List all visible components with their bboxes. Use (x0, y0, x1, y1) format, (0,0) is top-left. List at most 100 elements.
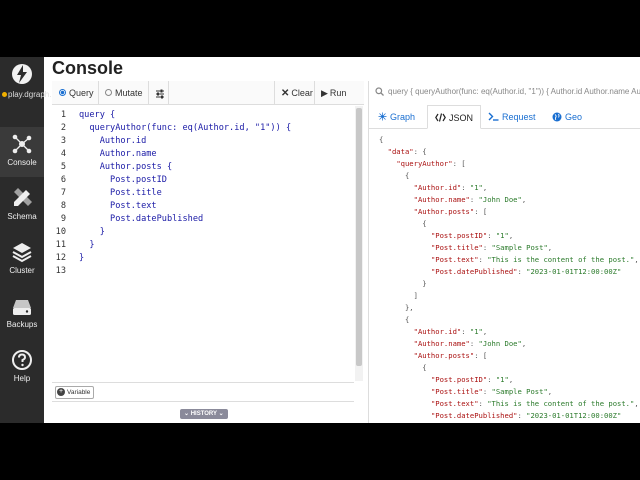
drive-icon (13, 300, 31, 315)
json-line: "Author.id": "1", (413, 183, 488, 192)
line-number: 6 (60, 175, 66, 185)
json-line: "Author.posts": [ (413, 207, 488, 216)
json-line: ] (379, 291, 418, 300)
code-line: Author.posts { (79, 162, 173, 172)
json-line: "queryAuthor": [ (396, 159, 466, 168)
sidebar-item-console[interactable]: Console (0, 127, 44, 177)
line-number: 1 (60, 110, 66, 120)
json-line: "Post.title": "Sample Post", (430, 243, 553, 252)
question-icon (12, 350, 32, 370)
divider (274, 81, 275, 105)
json-line: "Post.text": "This is the content of the… (430, 399, 639, 408)
code-line: Post.datePublished (79, 214, 204, 224)
json-line: "data": { (387, 147, 427, 156)
plus-icon: + (57, 388, 65, 397)
line-number: 3 (60, 136, 66, 146)
tab-json[interactable]: JSON (427, 105, 482, 129)
run-button[interactable]: ▶ Run (316, 81, 351, 105)
history-button[interactable]: ⌄ HISTORY ⌄ (180, 409, 228, 419)
line-number: 10 (55, 227, 66, 237)
code-icon (435, 113, 446, 122)
code-line: } (79, 253, 85, 263)
pencil-ruler-icon (14, 188, 32, 206)
settings-button[interactable] (150, 81, 168, 105)
radio-unchecked-icon (105, 89, 112, 97)
query-mode-radio[interactable]: Query (54, 81, 99, 105)
sidebar-item-backups[interactable]: Backups (0, 289, 44, 339)
query-echo-bar: query { queryAuthor(func: eq(Author.id, … (369, 81, 640, 103)
sidebar: play.dgraph.io Console Schema Cluster Ba… (0, 57, 58, 423)
sidebar-item-label: Help (13, 374, 31, 383)
chevron-down-icon: ⌄ (184, 411, 190, 417)
site-name: play.dgraph.io (0, 90, 58, 100)
close-icon: ✕ (281, 88, 290, 99)
json-line: { (379, 171, 410, 180)
play-icon: ▶ (321, 88, 328, 98)
query-echo-text: query { queryAuthor(func: eq(Author.id, … (388, 87, 640, 96)
variables-bar: + Variable (52, 382, 354, 402)
letterbox-top (0, 0, 640, 57)
json-line: "Author.name": "John Doe", (413, 195, 527, 204)
dgraph-logo[interactable]: play.dgraph.io (0, 61, 58, 125)
json-line: "Post.postID": "1", (430, 375, 514, 384)
status-dot (2, 92, 7, 97)
app-window: play.dgraph.io Console Schema Cluster Ba… (0, 57, 640, 423)
json-line: { (379, 219, 427, 228)
divider (168, 81, 169, 105)
json-line: "Post.title": "Sample Post", (430, 387, 553, 396)
json-line: { (379, 135, 384, 144)
tab-graph[interactable]: Graph (373, 105, 420, 129)
code-editor[interactable]: 1 2 3 4 5 6 7 8 9 10 11 12 13 query { qu… (52, 106, 354, 381)
sliders-icon (156, 89, 164, 99)
globe-icon (552, 112, 562, 122)
code-line: query { (79, 110, 116, 120)
code-line: queryAuthor(func: eq(Author.id, "1")) { (79, 123, 292, 133)
divider (314, 81, 315, 105)
result-tabs: Graph JSON Request Geo (369, 105, 640, 129)
line-number: 8 (60, 201, 66, 211)
result-panel: query { queryAuthor(func: eq(Author.id, … (368, 81, 640, 423)
json-line: }, (379, 303, 414, 312)
clear-button[interactable]: ✕ Clear (276, 81, 318, 105)
tab-request[interactable]: Request (483, 105, 541, 129)
tab-geo[interactable]: Geo (547, 105, 587, 129)
line-gutter: 1 2 3 4 5 6 7 8 9 10 11 12 13 (52, 106, 74, 381)
sidebar-item-help[interactable]: Help (0, 343, 44, 393)
line-number: 13 (55, 266, 66, 276)
divider (148, 81, 149, 105)
divider (98, 81, 99, 105)
line-number: 12 (55, 253, 66, 263)
search-icon (375, 87, 384, 97)
graph-icon (378, 112, 387, 121)
editor-toolbar: Query Mutate ✕ Clear ▶ Run (52, 81, 364, 105)
mutate-mode-radio[interactable]: Mutate (100, 81, 148, 105)
json-line: "Post.datePublished": "2023-01-01T12:00:… (430, 411, 622, 420)
page-title: Console (52, 58, 124, 78)
sidebar-item-cluster[interactable]: Cluster (0, 235, 44, 285)
code-line: } (79, 240, 95, 250)
json-line: "Author.id": "1", (413, 327, 488, 336)
line-number: 11 (55, 240, 66, 250)
sidebar-item-label: Schema (7, 212, 37, 221)
radio-checked-icon (59, 89, 66, 97)
json-line: "Post.postID": "1", (430, 231, 514, 240)
json-output: { "data": { "queryAuthor": [ { "Author.i… (369, 131, 640, 423)
terminal-icon (488, 112, 499, 121)
add-variable-button[interactable]: + Variable (55, 386, 95, 399)
letterbox-bottom (0, 423, 640, 480)
code-line: Post.title (79, 188, 162, 198)
code-line: Author.id (79, 136, 147, 146)
dgraph-logo-icon (12, 64, 32, 84)
chevron-down-icon: ⌄ (218, 411, 224, 417)
graph-nodes-icon (12, 134, 32, 154)
query-editor-panel: Query Mutate ✕ Clear ▶ Run 1 2 3 4 5 6 7… (52, 81, 364, 423)
line-number: 7 (60, 188, 66, 198)
editor-scrollbar-thumb[interactable] (356, 108, 362, 366)
json-line: } (379, 279, 427, 288)
sidebar-item-schema[interactable]: Schema (0, 181, 44, 231)
json-line: { (379, 363, 427, 372)
sidebar-item-label: Backups (6, 320, 38, 329)
line-number: 9 (60, 214, 66, 224)
json-line: "Post.text": "This is the content of the… (430, 255, 639, 264)
code-line: Post.text (79, 201, 157, 211)
